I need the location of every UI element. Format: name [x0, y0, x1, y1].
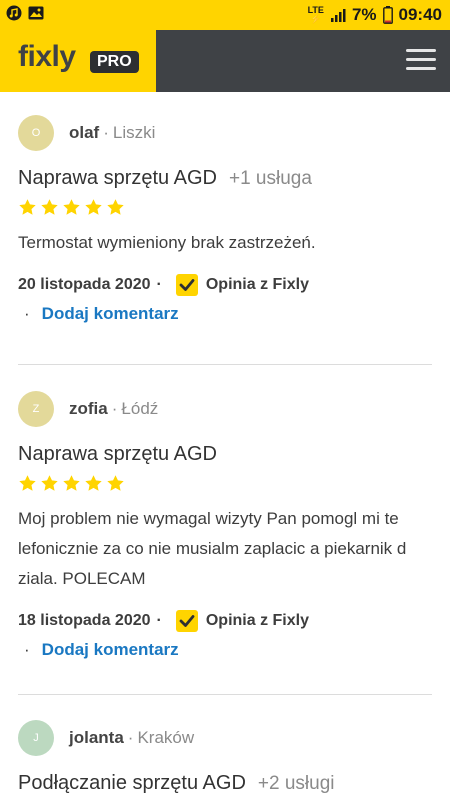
add-comment-link[interactable]: Dodaj komentarz [42, 304, 179, 324]
review-date: 20 listopada 2020 [18, 276, 151, 293]
avatar-initial: O [31, 127, 41, 139]
avatar: Z [18, 391, 54, 427]
review-text: Moj problem nie wymagal wizyty Pan pomog… [18, 509, 407, 588]
avatar-initial: J [33, 732, 39, 744]
service-title: Naprawa sprzętu AGD [18, 443, 432, 466]
checkmark-icon [175, 610, 198, 632]
star-icon [85, 199, 102, 215]
reviewer-city: Łódź [121, 399, 159, 418]
review-source: Opinia z Fixly [205, 276, 309, 293]
add-comment-link[interactable]: Dodaj komentarz [42, 640, 179, 660]
review-meta: 18 listopada 2020 · Opinia z Fixly [18, 610, 432, 632]
review-meta: 20 listopada 2020 · Opinia z Fixly [18, 274, 432, 296]
star-icon [63, 199, 80, 215]
fixly-logo: fixly [18, 40, 76, 73]
star-rating [18, 198, 432, 218]
review-card: J jolanta · Kraków Podłączanie sprzętu A… [18, 720, 432, 795]
extra-services[interactable]: +1 usługa [229, 168, 312, 189]
meta-dot: · [156, 612, 162, 629]
reviewer-city: Liszki [112, 123, 156, 142]
avatar: J [18, 720, 54, 756]
divider [18, 694, 432, 695]
image-icon [28, 6, 44, 20]
comment-row: · Dodaj komentarz [18, 640, 432, 660]
star-icon [41, 475, 58, 491]
divider [18, 364, 432, 365]
review-date: 18 listopada 2020 [18, 612, 151, 629]
battery-percent: 7% [351, 5, 377, 24]
battery-icon [382, 6, 393, 24]
reviewer-row: Z zofia · Łódź [18, 391, 432, 427]
review-card: O olaf · Liszki Naprawa sprzętu AGD +1 us… [18, 115, 432, 324]
service-title: Naprawa sprzętu AGD +1 usługa [18, 167, 432, 190]
meta-dot: · [24, 640, 30, 659]
service-title: Podłączanie sprzętu AGD +2 usługi [18, 772, 432, 795]
star-icon [19, 475, 36, 491]
signal-icon [330, 9, 346, 22]
star-icon [41, 199, 58, 215]
logo-area[interactable]: fixly PRO [0, 30, 156, 92]
meta-dot: · [24, 304, 30, 323]
comment-row: · Dodaj komentarz [18, 304, 432, 324]
separator: · [127, 728, 134, 747]
review-text: Termostat wymieniony brak zastrzeżeń. [18, 233, 316, 252]
star-icon [19, 199, 36, 215]
reviewer-name: olaf [69, 123, 100, 142]
header-bar [156, 30, 450, 92]
clock: 09:40 [398, 5, 442, 24]
separator: · [103, 123, 109, 142]
meta-dot: · [156, 276, 162, 293]
extra-services[interactable]: +2 usługi [258, 773, 335, 794]
status-bar: LTE ⚡ 7% 09:40 [0, 0, 450, 30]
reviewer-row: J jolanta · Kraków [18, 720, 432, 756]
reviewer-city: Kraków [137, 728, 195, 747]
reviewer-name: jolanta [69, 728, 124, 747]
service-name: Naprawa sprzętu AGD [18, 443, 217, 465]
avatar: O [18, 115, 54, 151]
pro-badge: PRO [90, 51, 139, 73]
star-icon [107, 475, 124, 491]
app-header: fixly PRO [0, 30, 450, 92]
reviewer-row: O olaf · Liszki [18, 115, 432, 151]
menu-icon[interactable] [406, 49, 436, 71]
lte-icon: LTE ⚡ [307, 5, 324, 24]
checkmark-icon [175, 274, 198, 296]
service-name: Naprawa sprzętu AGD [18, 167, 217, 189]
separator: · [111, 399, 118, 418]
star-icon [85, 475, 102, 491]
star-rating [18, 474, 432, 494]
avatar-initial: Z [32, 403, 40, 415]
review-source: Opinia z Fixly [205, 612, 309, 629]
music-icon [6, 5, 22, 21]
star-icon [107, 199, 124, 215]
service-name: Podłączanie sprzętu AGD [18, 772, 246, 794]
review-card: Z zofia · Łódź Naprawa sprzętu AGD Moj p… [18, 391, 432, 660]
reviewer-name: zofia [69, 399, 108, 418]
star-icon [63, 475, 80, 491]
